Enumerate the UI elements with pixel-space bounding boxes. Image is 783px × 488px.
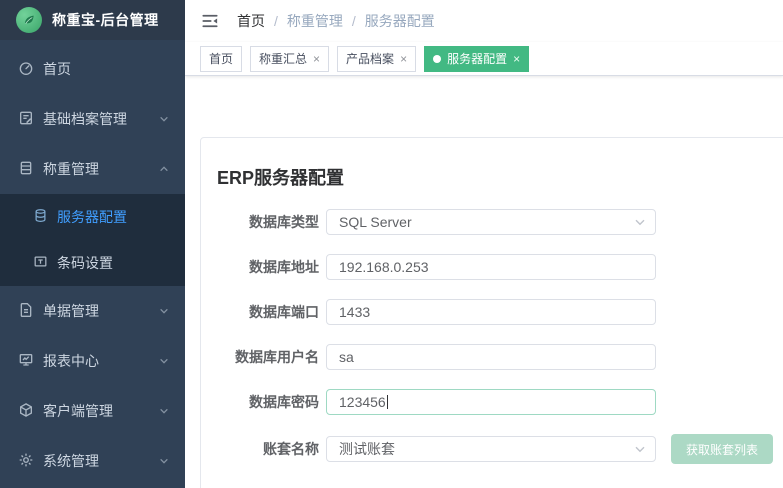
- field-label: 数据库密码: [201, 392, 319, 412]
- form-row-db-password: 数据库密码 123456: [201, 389, 783, 415]
- db-port-input[interactable]: 1433: [326, 299, 656, 325]
- sidebar-item-label: 首页: [43, 59, 71, 79]
- tab-label: 首页: [209, 50, 233, 67]
- text-cursor: [387, 395, 388, 409]
- sidebar-item-label: 报表中心: [43, 351, 99, 371]
- gear-icon: [18, 452, 34, 471]
- sidebar-item-home[interactable]: 首页: [0, 44, 185, 94]
- tab-product-archive[interactable]: 产品档案 ×: [337, 46, 416, 72]
- page-content: ERP服务器配置 数据库类型 SQL Server 数据库地址 192.168.…: [185, 76, 783, 488]
- sidebar-item-document-mgmt[interactable]: 单据管理: [0, 286, 185, 336]
- active-dot: [433, 55, 441, 63]
- sidebar-item-label: 称重管理: [43, 159, 99, 179]
- field-label: 数据库用户名: [201, 347, 319, 367]
- app-logo: 称重宝-后台管理: [0, 0, 185, 40]
- chevron-up-icon: [159, 161, 169, 177]
- field-label: 数据库类型: [201, 212, 319, 232]
- dashboard-icon: [18, 60, 34, 79]
- tab-home[interactable]: 首页: [200, 46, 242, 72]
- top-navbar: 首页 / 称重管理 / 服务器配置: [185, 0, 783, 42]
- leaf-logo-icon: [16, 7, 42, 33]
- chevron-down-icon: [634, 216, 646, 228]
- sidebar-item-report-center[interactable]: 报表中心: [0, 336, 185, 386]
- sidebar: 称重宝-后台管理 首页 基础档案管理 称重管理 服务器配置 条码设置: [0, 0, 185, 488]
- breadcrumb-server-config: 服务器配置: [365, 11, 435, 31]
- account-set-select[interactable]: 测试账套: [326, 436, 656, 462]
- sidebar-item-weighing-mgmt[interactable]: 称重管理: [0, 144, 185, 194]
- tab-label: 产品档案: [346, 50, 394, 67]
- close-icon[interactable]: ×: [313, 53, 320, 65]
- weighing-submenu: 服务器配置 条码设置: [0, 194, 185, 286]
- input-value: sa: [339, 349, 354, 365]
- tab-server-config[interactable]: 服务器配置 ×: [424, 46, 529, 72]
- tags-view-bar: 首页 称重汇总 × 产品档案 × 服务器配置 ×: [185, 42, 783, 76]
- server-icon: [33, 208, 48, 226]
- document-icon: [18, 302, 34, 321]
- app-title: 称重宝-后台管理: [52, 10, 159, 30]
- db-address-input[interactable]: 192.168.0.253: [326, 254, 656, 280]
- tab-weigh-summary[interactable]: 称重汇总 ×: [250, 46, 329, 72]
- chevron-down-icon: [159, 403, 169, 419]
- sidebar-item-client-mgmt[interactable]: 客户端管理: [0, 386, 185, 436]
- breadcrumb-separator: /: [352, 13, 356, 29]
- field-label: 数据库端口: [201, 302, 319, 322]
- sidebar-item-label: 条码设置: [57, 253, 113, 273]
- report-icon: [18, 352, 34, 371]
- sidebar-item-basic-archives[interactable]: 基础档案管理: [0, 94, 185, 144]
- sidebar-collapse-toggle[interactable]: [197, 8, 223, 34]
- db-type-select[interactable]: SQL Server: [326, 209, 656, 235]
- input-value: 192.168.0.253: [339, 259, 429, 275]
- sidebar-item-label: 服务器配置: [57, 207, 127, 227]
- sidebar-item-label: 单据管理: [43, 301, 99, 321]
- field-label: 数据库地址: [201, 257, 319, 277]
- breadcrumb: 首页 / 称重管理 / 服务器配置: [237, 11, 435, 31]
- input-value: 1433: [339, 304, 370, 320]
- tab-label: 服务器配置: [447, 50, 507, 67]
- field-label: 账套名称: [201, 439, 319, 459]
- fetch-account-sets-button[interactable]: 获取账套列表: [671, 434, 773, 464]
- barcode-icon: [33, 254, 48, 272]
- db-username-input[interactable]: sa: [326, 344, 656, 370]
- cube-icon: [18, 402, 34, 421]
- sidebar-item-server-config[interactable]: 服务器配置: [0, 194, 185, 240]
- select-value: SQL Server: [339, 214, 412, 230]
- form-row-db-type: 数据库类型 SQL Server: [201, 209, 783, 235]
- tab-label: 称重汇总: [259, 50, 307, 67]
- breadcrumb-home[interactable]: 首页: [237, 11, 265, 31]
- sidebar-item-barcode-settings[interactable]: 条码设置: [0, 240, 185, 286]
- chevron-down-icon: [159, 453, 169, 469]
- page-title: ERP服务器配置: [217, 164, 783, 190]
- main-area: 首页 / 称重管理 / 服务器配置 首页 称重汇总 × 产品档案 × 服务器配置…: [185, 0, 783, 488]
- breadcrumb-weighing-mgmt: 称重管理: [287, 11, 343, 31]
- db-password-input[interactable]: 123456: [326, 389, 656, 415]
- breadcrumb-separator: /: [274, 13, 278, 29]
- chevron-down-icon: [634, 443, 646, 455]
- sidebar-menu: 首页 基础档案管理 称重管理 服务器配置 条码设置 单据管理: [0, 44, 185, 486]
- sidebar-item-label: 客户端管理: [43, 401, 113, 421]
- weighing-icon: [18, 160, 34, 179]
- form-row-account-set: 账套名称 测试账套 获取账套列表: [201, 434, 783, 464]
- erp-config-card: ERP服务器配置 数据库类型 SQL Server 数据库地址 192.168.…: [200, 137, 783, 488]
- archive-icon: [18, 110, 34, 129]
- sidebar-item-system-mgmt[interactable]: 系统管理: [0, 436, 185, 486]
- input-value: 123456: [339, 394, 386, 410]
- form-row-db-address: 数据库地址 192.168.0.253: [201, 254, 783, 280]
- sidebar-item-label: 系统管理: [43, 451, 99, 471]
- select-value: 测试账套: [339, 439, 395, 459]
- chevron-down-icon: [159, 353, 169, 369]
- close-icon[interactable]: ×: [513, 53, 520, 65]
- close-icon[interactable]: ×: [400, 53, 407, 65]
- form-row-db-port: 数据库端口 1433: [201, 299, 783, 325]
- form-row-db-username: 数据库用户名 sa: [201, 344, 783, 370]
- chevron-down-icon: [159, 111, 169, 127]
- chevron-down-icon: [159, 303, 169, 319]
- sidebar-item-label: 基础档案管理: [43, 109, 127, 129]
